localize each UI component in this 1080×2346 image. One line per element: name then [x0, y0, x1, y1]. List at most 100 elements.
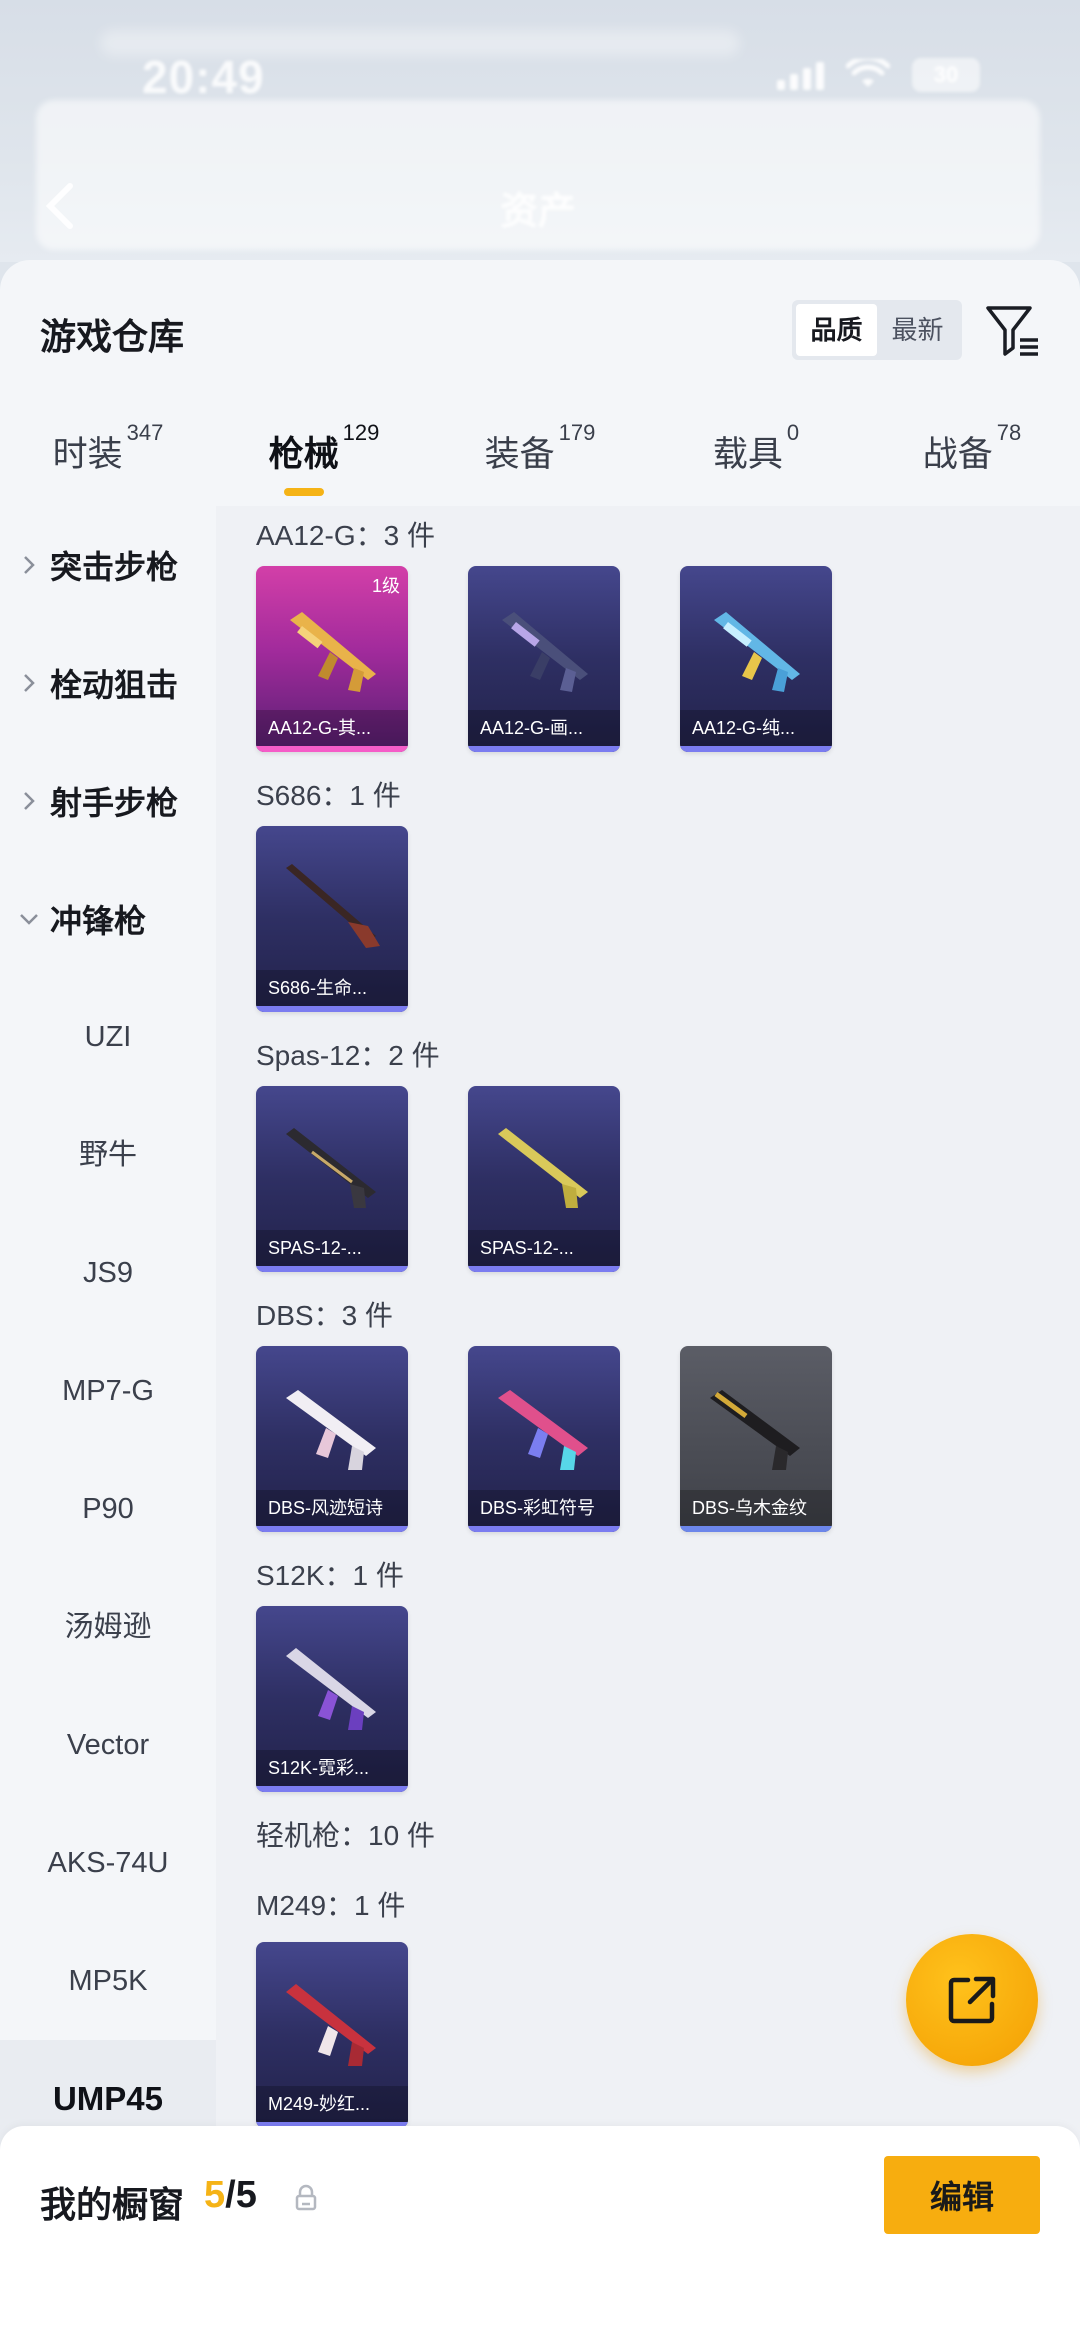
item-name: DBS-乌木金纹 [680, 1490, 832, 1526]
item-name: DBS-彩虹符号 [468, 1490, 620, 1526]
tab-count: 0 [786, 420, 800, 445]
sidebar-group-bolt-sniper[interactable]: 栓动狙击 [0, 624, 216, 742]
sidebar-group-label: 栓动狙击 [50, 667, 179, 703]
tab-supplies[interactable]: 战备78 [864, 410, 1080, 500]
shotgun-image [498, 1128, 588, 1208]
item-card[interactable]: S12K-霓彩... [256, 1606, 408, 1792]
edit-button[interactable]: 编辑 [884, 2156, 1040, 2234]
sidebar-item-vector[interactable]: Vector [0, 1686, 216, 1804]
lock-icon [295, 2184, 317, 2211]
item-name: SPAS-12-... [256, 1230, 408, 1266]
sidebar-item-mp7g[interactable]: MP7-G [0, 1332, 216, 1450]
sidebar-group-marksman-rifle[interactable]: 射手步枪 [0, 742, 216, 860]
rifle-image [286, 1648, 376, 1730]
share-icon [948, 1976, 996, 2024]
rifle-image [710, 1390, 800, 1470]
item-card[interactable]: M249-妙红... [256, 1942, 408, 2128]
sidebar-item-js9[interactable]: JS9 [0, 1214, 216, 1332]
item-name: AA12-G-其... [256, 710, 408, 746]
rarity-bar [680, 746, 832, 752]
share-button[interactable] [906, 1934, 1038, 2066]
chevron-down-icon [20, 914, 38, 925]
tab-count: 347 [126, 420, 164, 445]
item-card[interactable]: DBS-彩虹符号 [468, 1346, 620, 1532]
tab-label: 载具 [712, 435, 783, 474]
item-name: SPAS-12-... [468, 1230, 620, 1266]
rifle-image [714, 612, 800, 692]
shotgun-image [286, 1128, 376, 1208]
sidebar-group-smg[interactable]: 冲锋枪 [0, 860, 216, 978]
status-icons: 30 [777, 58, 980, 92]
machine-gun-image [286, 1984, 376, 2066]
weapon-type-sidebar: 突击步枪 栓动狙击 射手步枪 冲锋枪 UZI 野牛 JS9 MP7-G P90 … [0, 506, 216, 2292]
item-card[interactable]: SPAS-12-... [256, 1086, 408, 1272]
tab-fashion[interactable]: 时装347 [0, 410, 216, 500]
group-label-aa12g: AA12-G：3 件 [256, 520, 435, 551]
showcase-separator: / [225, 2174, 236, 2216]
rifle-image [502, 612, 588, 692]
rarity-bar [680, 1526, 832, 1532]
item-name: AA12-G-纯... [680, 710, 832, 746]
sidebar-item-uzi[interactable]: UZI [0, 978, 216, 1096]
rifle-image [286, 1390, 376, 1470]
chevron-right-icon [24, 556, 35, 574]
battery-icon: 30 [912, 58, 980, 92]
item-card[interactable]: DBS-乌木金纹 [680, 1346, 832, 1532]
showcase-used: 5 [204, 2174, 226, 2216]
sheet-title: 游戏仓库 [40, 316, 185, 357]
filter-icon[interactable] [982, 300, 1042, 360]
tab-guns[interactable]: 枪械129 [216, 410, 432, 500]
rifle-image [290, 612, 376, 692]
rarity-bar [256, 746, 408, 752]
item-name: S12K-霓彩... [256, 1750, 408, 1786]
sidebar-item-aks74u[interactable]: AKS-74U [0, 1804, 216, 1922]
tab-label: 枪械 [268, 435, 339, 474]
sidebar-group-label: 冲锋枪 [50, 903, 147, 939]
back-chevron-icon[interactable] [40, 180, 80, 232]
showcase-total: 5 [235, 2174, 257, 2216]
rarity-bar [468, 746, 620, 752]
group-label-lmg: 轻机枪：10 件 [256, 1820, 435, 1851]
sidebar-item-thompson[interactable]: 汤姆逊 [0, 1568, 216, 1686]
rarity-bar [468, 1526, 620, 1532]
chevron-right-icon [24, 674, 35, 692]
item-card[interactable]: SPAS-12-... [468, 1086, 620, 1272]
group-label-s12k: S12K：1 件 [256, 1560, 404, 1591]
rarity-bar [468, 1266, 620, 1272]
sidebar-group-label: 射手步枪 [50, 785, 179, 821]
item-name: DBS-风迹短诗 [256, 1490, 408, 1526]
item-card[interactable]: DBS-风迹短诗 [256, 1346, 408, 1532]
active-tab-indicator [284, 488, 324, 496]
item-card[interactable]: S686-生命... [256, 826, 408, 1012]
item-card[interactable]: 1级 AA12-G-其... [256, 566, 408, 752]
item-name: AA12-G-画... [468, 710, 620, 746]
group-label-m249: M249：1 件 [256, 1890, 406, 1921]
tab-label: 装备 [484, 435, 555, 474]
wifi-icon [846, 59, 890, 87]
item-name: S686-生命... [256, 970, 408, 1006]
item-card[interactable]: AA12-G-画... [468, 566, 620, 752]
status-time: 20:49 [142, 51, 265, 103]
sidebar-group-assault-rifle[interactable]: 突击步枪 [0, 506, 216, 624]
item-name: M249-妙红... [256, 2086, 408, 2122]
shotgun-image [286, 864, 380, 948]
sort-quality-option[interactable]: 品质 [796, 304, 877, 356]
showcase-bar: 我的橱窗 5/5 编辑 [0, 2126, 1080, 2346]
tab-count: 78 [996, 420, 1022, 445]
rifle-image [498, 1390, 588, 1470]
item-card[interactable]: AA12-G-纯... [680, 566, 832, 752]
sidebar-item-mp5k[interactable]: MP5K [0, 1922, 216, 2040]
tab-vehicles[interactable]: 载具0 [648, 410, 864, 500]
sidebar-item-bizon[interactable]: 野牛 [0, 1096, 216, 1214]
group-label-spas12: Spas-12：2 件 [256, 1040, 440, 1071]
tab-count: 179 [558, 420, 596, 445]
sort-toggle: 品质 最新 [792, 300, 962, 360]
rarity-bar [256, 1006, 408, 1012]
signal-icon [777, 60, 824, 90]
rarity-bar [256, 1786, 408, 1792]
category-tabs: 时装347 枪械129 装备179 载具0 战备78 [0, 410, 1080, 500]
sort-newest-option[interactable]: 最新 [877, 304, 958, 356]
rarity-bar [256, 1526, 408, 1532]
sidebar-item-p90[interactable]: P90 [0, 1450, 216, 1568]
tab-equipment[interactable]: 装备179 [432, 410, 648, 500]
